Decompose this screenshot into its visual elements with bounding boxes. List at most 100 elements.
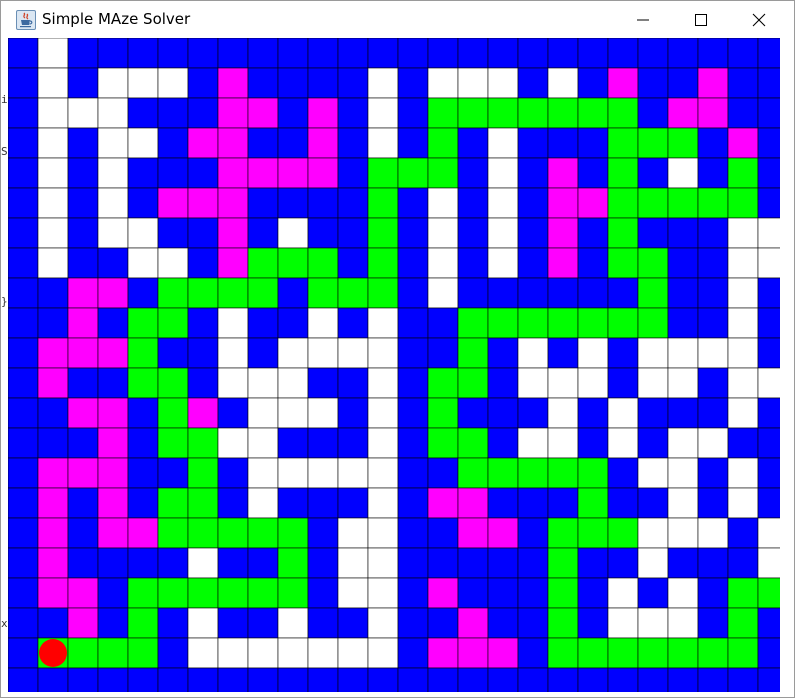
open-cell <box>367 367 399 399</box>
path-cell <box>457 427 489 459</box>
visited-cell <box>217 97 249 129</box>
wall-cell <box>157 157 189 189</box>
open-cell <box>667 487 699 519</box>
wall-cell <box>397 337 429 369</box>
visited-cell <box>37 337 69 369</box>
open-cell <box>367 547 399 579</box>
open-cell <box>727 337 759 369</box>
open-cell <box>307 307 339 339</box>
wall-cell <box>97 38 129 69</box>
wall-cell <box>277 38 309 69</box>
wall-cell <box>487 427 519 459</box>
wall-cell <box>37 307 69 339</box>
wall-cell <box>517 67 549 99</box>
open-cell <box>367 457 399 489</box>
wall-cell <box>337 217 369 249</box>
open-cell <box>487 247 519 279</box>
visited-cell <box>67 397 99 429</box>
path-cell <box>307 247 339 279</box>
open-cell <box>607 427 639 459</box>
visited-cell <box>67 277 99 309</box>
wall-cell <box>187 217 219 249</box>
wall-cell <box>757 607 780 639</box>
open-cell <box>487 67 519 99</box>
close-button[interactable] <box>730 1 788 38</box>
maze-canvas[interactable] <box>8 38 780 692</box>
wall-cell <box>217 487 249 519</box>
path-cell <box>547 607 579 639</box>
wall-cell <box>247 67 279 99</box>
wall-cell <box>397 127 429 159</box>
wall-cell <box>577 547 609 579</box>
visited-cell <box>607 67 639 99</box>
path-cell <box>697 637 729 669</box>
wall-cell <box>757 187 780 219</box>
wall-cell <box>337 67 369 99</box>
wall-cell <box>8 607 39 639</box>
open-cell <box>337 577 369 609</box>
wall-cell <box>517 547 549 579</box>
open-cell <box>277 367 309 399</box>
wall-cell <box>637 397 669 429</box>
wall-cell <box>487 577 519 609</box>
visited-cell <box>457 637 489 669</box>
open-cell <box>547 367 579 399</box>
path-cell <box>397 157 429 189</box>
wall-cell <box>517 127 549 159</box>
wall-cell <box>8 577 39 609</box>
path-cell <box>427 427 459 459</box>
wall-cell <box>757 427 780 459</box>
wall-cell <box>637 67 669 99</box>
wall-cell <box>307 427 339 459</box>
wall-cell <box>637 157 669 189</box>
title-bar[interactable]: Simple MAze Solver <box>1 1 794 38</box>
open-cell <box>367 427 399 459</box>
open-cell <box>487 127 519 159</box>
wall-cell <box>697 577 729 609</box>
open-cell <box>487 187 519 219</box>
visited-cell <box>37 487 69 519</box>
path-cell <box>457 337 489 369</box>
path-cell <box>187 577 219 609</box>
wall-cell <box>697 127 729 159</box>
wall-cell <box>187 307 219 339</box>
wall-cell <box>8 157 39 189</box>
wall-cell <box>157 457 189 489</box>
open-cell <box>37 247 69 279</box>
path-cell <box>487 307 519 339</box>
minimize-icon <box>637 19 649 21</box>
open-cell <box>307 637 339 669</box>
wall-cell <box>67 517 99 549</box>
wall-cell <box>127 157 159 189</box>
wall-cell <box>487 367 519 399</box>
wall-cell <box>127 97 159 129</box>
path-cell <box>367 247 399 279</box>
wall-cell <box>667 547 699 579</box>
wall-cell <box>97 247 129 279</box>
wall-cell <box>517 157 549 189</box>
java-coffee-icon <box>16 10 36 30</box>
wall-cell <box>97 307 129 339</box>
wall-cell <box>547 127 579 159</box>
open-cell <box>217 637 249 669</box>
wall-cell <box>277 187 309 219</box>
wall-cell <box>427 457 459 489</box>
wall-cell <box>457 547 489 579</box>
path-cell <box>157 487 189 519</box>
open-cell <box>187 637 219 669</box>
wall-cell <box>337 367 369 399</box>
path-cell <box>547 517 579 549</box>
open-cell <box>667 367 699 399</box>
wall-cell <box>67 667 99 692</box>
wall-cell <box>127 457 159 489</box>
maximize-button[interactable] <box>672 1 730 38</box>
open-cell <box>727 457 759 489</box>
open-cell <box>547 427 579 459</box>
open-cell <box>697 337 729 369</box>
wall-cell <box>217 547 249 579</box>
minimize-button[interactable] <box>614 1 672 38</box>
open-cell <box>127 247 159 279</box>
wall-cell <box>577 67 609 99</box>
wall-cell <box>397 97 429 129</box>
wall-cell <box>517 187 549 219</box>
